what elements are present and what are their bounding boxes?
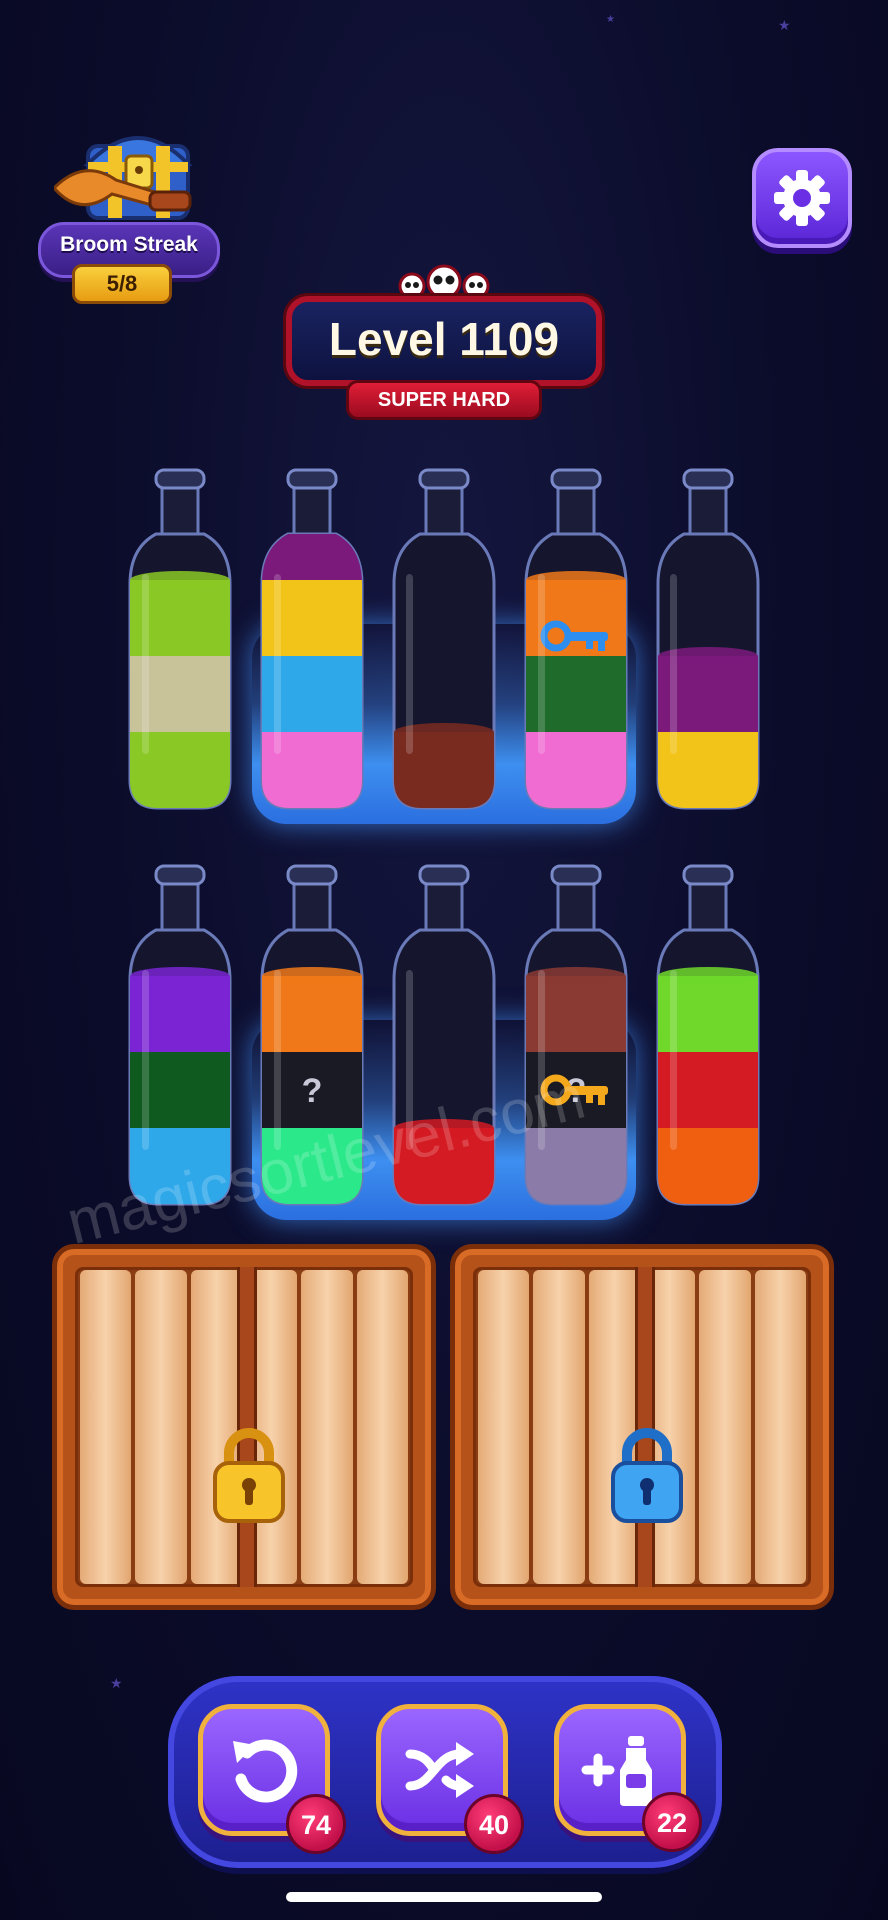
broom-streak-widget[interactable]: Broom Streak 5/8 — [14, 118, 220, 304]
bottle[interactable] — [126, 464, 234, 812]
bottle[interactable]: ? — [258, 860, 366, 1208]
star-decoration: ★ — [110, 1676, 123, 1692]
booster-bar: 74 40 22 — [168, 1676, 722, 1868]
bottle[interactable]: ? — [522, 860, 630, 1208]
bottle[interactable] — [126, 860, 234, 1208]
settings-button[interactable] — [752, 148, 852, 248]
broom-streak-progress: 5/8 — [72, 264, 172, 304]
home-indicator — [286, 1892, 602, 1902]
broom-streak-label: Broom Streak — [60, 233, 198, 256]
bottle[interactable] — [654, 464, 762, 812]
locked-crate-gold[interactable] — [52, 1244, 436, 1610]
locked-crate-blue[interactable] — [450, 1244, 834, 1610]
gear-icon — [774, 170, 830, 226]
bottle[interactable] — [390, 464, 498, 812]
bottle[interactable] — [390, 860, 498, 1208]
level-title: Level 1109 — [328, 313, 560, 365]
shuffle-icon — [405, 1742, 474, 1798]
gold-padlock-icon — [213, 1428, 285, 1523]
difficulty-badge: SUPER HARD — [346, 380, 542, 420]
bottle[interactable] — [522, 464, 630, 812]
add-bottle-count: 22 — [642, 1792, 702, 1852]
hidden-layer-icon: ? — [302, 1072, 323, 1110]
undo-icon — [233, 1739, 298, 1803]
undo-count: 74 — [286, 1794, 346, 1854]
star-decoration: ★ — [606, 14, 615, 25]
treasure-chest-broom-icon — [54, 136, 193, 220]
shuffle-count: 40 — [464, 1794, 524, 1854]
add-bottle-icon — [581, 1736, 652, 1806]
star-decoration: ★ — [778, 18, 791, 34]
blue-padlock-icon — [611, 1428, 683, 1523]
bottle[interactable] — [654, 860, 762, 1208]
level-banner: Level 1109 — [286, 296, 602, 386]
bottle[interactable] — [258, 464, 366, 812]
